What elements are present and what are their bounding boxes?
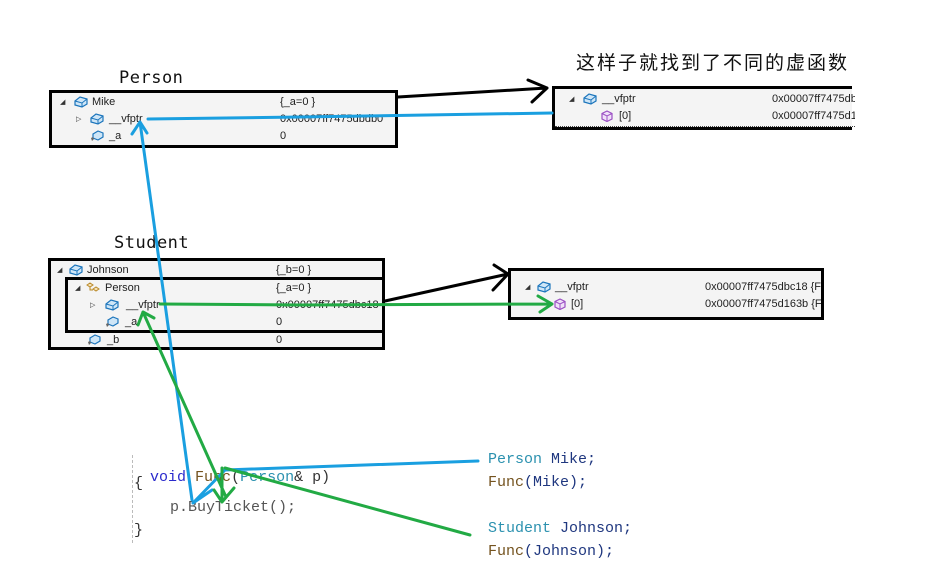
green-arrow-vfptr-to-vtable: [158, 294, 554, 314]
green-arrow-func-to-vfptr: [136, 310, 228, 499]
blue-arrow-func-to-vfptr: [130, 120, 194, 502]
arrow-overlay: [130, 78, 554, 537]
blue-arrow-call-to-func: [223, 459, 480, 472]
green-arrow-call-to-func: [223, 466, 472, 537]
black-arrow-person: [396, 78, 549, 104]
black-arrow-student: [383, 263, 510, 303]
blue-arrow-vfptr-to-vtable: [146, 111, 554, 121]
